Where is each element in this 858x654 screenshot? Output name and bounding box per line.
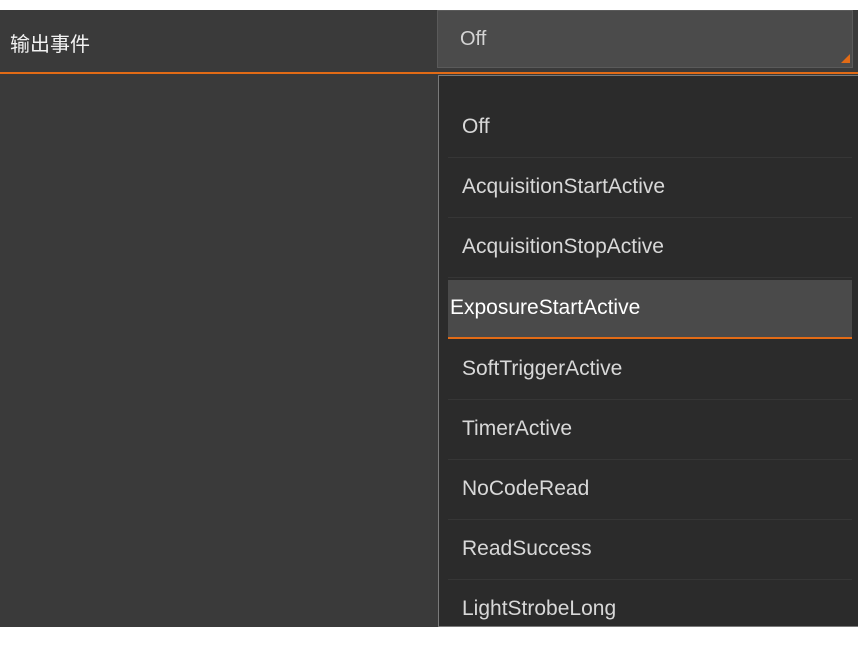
option-label: SoftTriggerActive bbox=[462, 357, 623, 380]
dropdown-list[interactable]: Off AcquisitionStartActive AcquisitionSt… bbox=[438, 75, 858, 640]
option-label: TimerActive bbox=[462, 417, 573, 440]
bottom-background bbox=[0, 627, 858, 654]
property-label: 输出事件 bbox=[10, 32, 90, 56]
select-current-value: Off bbox=[460, 28, 487, 50]
dropdown-option-timer-active[interactable]: TimerActive bbox=[448, 401, 852, 460]
option-label: AcquisitionStopActive bbox=[462, 235, 664, 258]
option-label: ExposureStartActive bbox=[450, 296, 641, 319]
canvas: 输出事件 Off Off AcquisitionStartActive Acqu… bbox=[0, 0, 858, 654]
dropdown-option-read-success[interactable]: ReadSuccess bbox=[448, 521, 852, 580]
property-row-output-event: 输出事件 Off bbox=[0, 10, 858, 72]
row-underline bbox=[0, 72, 858, 74]
option-label: AcquisitionStartActive bbox=[462, 175, 666, 198]
dropdown-option-acquisition-stop-active[interactable]: AcquisitionStopActive bbox=[448, 219, 852, 278]
option-label: NoCodeRead bbox=[462, 477, 590, 500]
option-label: LightStrobeLong bbox=[462, 597, 617, 620]
dropdown-option-exposure-start-active[interactable]: ExposureStartActive bbox=[448, 280, 852, 339]
dropdown-option-off[interactable]: Off bbox=[448, 99, 852, 158]
caret-corner-icon bbox=[841, 54, 850, 63]
dropdown-option-no-code-read[interactable]: NoCodeRead bbox=[448, 461, 852, 520]
option-label: ReadSuccess bbox=[462, 537, 592, 560]
option-label: Off bbox=[462, 115, 490, 138]
output-event-select[interactable]: Off bbox=[437, 10, 853, 68]
dropdown-option-soft-trigger-active[interactable]: SoftTriggerActive bbox=[448, 341, 852, 400]
dropdown-option-acquisition-start-active[interactable]: AcquisitionStartActive bbox=[448, 159, 852, 218]
